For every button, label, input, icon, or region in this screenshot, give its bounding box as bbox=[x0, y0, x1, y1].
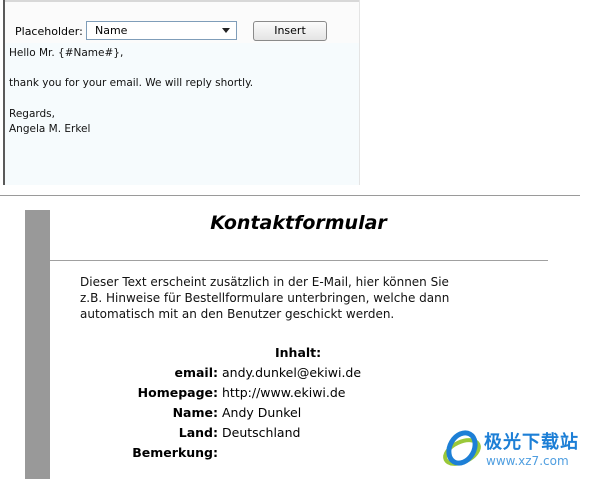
field-value: Deutschland bbox=[222, 425, 301, 440]
field-label: email: bbox=[174, 365, 218, 380]
field-value: http://www.ekiwi.de bbox=[222, 385, 346, 400]
insert-button[interactable]: Insert bbox=[253, 21, 327, 41]
placeholder-select[interactable]: Name bbox=[86, 21, 237, 40]
divider bbox=[0, 195, 580, 196]
chevron-down-icon bbox=[222, 28, 230, 33]
form-description: Dieser Text erscheint zusätzlich in der … bbox=[80, 274, 520, 322]
field-label: Name: bbox=[172, 405, 218, 420]
body-line: Angela M. Erkel bbox=[9, 123, 91, 135]
description-line: z.B. Hinweise für Bestellformulare unter… bbox=[80, 291, 450, 305]
field-label: Homepage: bbox=[137, 385, 218, 400]
email-body-textarea[interactable]: Hello Mr. {#Name#}, thank you for your e… bbox=[5, 43, 359, 185]
aurora-logo-icon bbox=[443, 430, 481, 466]
editor-border bbox=[359, 0, 360, 185]
description-line: automatisch mit an den Benutzer geschick… bbox=[80, 307, 395, 321]
body-line: Regards, bbox=[9, 108, 55, 120]
placeholder-selected-value: Name bbox=[95, 24, 128, 37]
placeholder-label: Placeholder: bbox=[15, 25, 83, 38]
email-template-editor: Placeholder: Name Insert Hello Mr. {#Nam… bbox=[3, 0, 360, 185]
editor-toolbar: Placeholder: Name Insert bbox=[5, 0, 359, 45]
field-value: Andy Dunkel bbox=[222, 405, 302, 420]
body-line: thank you for your email. We will reply … bbox=[9, 77, 254, 89]
field-label: Land: bbox=[178, 425, 218, 440]
field-value: andy.dunkel@ekiwi.de bbox=[222, 365, 362, 380]
body-line: Hello Mr. {#Name#}, bbox=[9, 47, 124, 59]
watermark: 极光下载站 www.xz7.com bbox=[440, 424, 599, 474]
title-divider bbox=[50, 260, 548, 261]
description-line: Dieser Text erscheint zusätzlich in der … bbox=[80, 275, 449, 289]
form-title: Kontaktformular bbox=[210, 212, 387, 234]
watermark-brand: 极光下载站 bbox=[484, 432, 579, 453]
section-label-inhalt: Inhalt: bbox=[275, 345, 322, 360]
field-label: Bemerkung: bbox=[132, 445, 218, 460]
watermark-url: www.xz7.com bbox=[486, 454, 569, 468]
